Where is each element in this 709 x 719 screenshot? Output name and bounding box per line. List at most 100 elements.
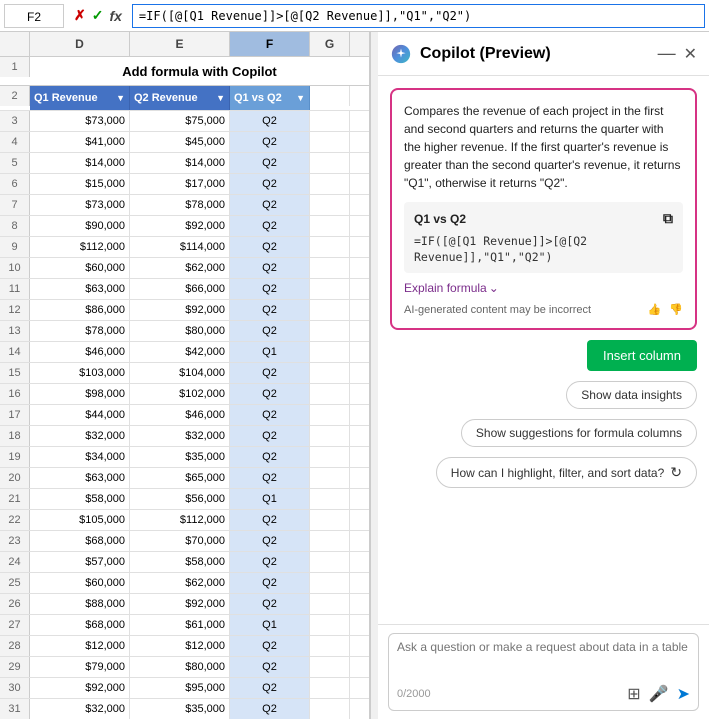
cell-e-20[interactable]: $65,000 <box>130 468 230 488</box>
cell-e-16[interactable]: $102,000 <box>130 384 230 404</box>
minimize-button[interactable]: — <box>658 44 676 64</box>
cell-f-21[interactable]: Q1 <box>230 489 310 509</box>
cell-e-29[interactable]: $80,000 <box>130 657 230 677</box>
col-header-d[interactable]: D <box>30 32 130 56</box>
cell-f-26[interactable]: Q2 <box>230 594 310 614</box>
cell-d-6[interactable]: $15,000 <box>30 174 130 194</box>
cell-e-14[interactable]: $42,000 <box>130 342 230 362</box>
q2-dropdown-arrow[interactable]: ▼ <box>216 93 225 103</box>
col-header-e[interactable]: E <box>130 32 230 56</box>
cell-e-11[interactable]: $66,000 <box>130 279 230 299</box>
cell-d-19[interactable]: $34,000 <box>30 447 130 467</box>
cell-f-3[interactable]: Q2 <box>230 111 310 131</box>
insert-column-button[interactable]: Insert column <box>587 340 697 371</box>
cancel-icon[interactable]: ✗ <box>72 7 88 24</box>
cell-f-25[interactable]: Q2 <box>230 573 310 593</box>
cell-d-30[interactable]: $92,000 <box>30 678 130 698</box>
cell-f-14[interactable]: Q1 <box>230 342 310 362</box>
formula-input[interactable] <box>132 4 705 28</box>
cell-d-4[interactable]: $41,000 <box>30 132 130 152</box>
cell-e-4[interactable]: $45,000 <box>130 132 230 152</box>
cell-f-10[interactable]: Q2 <box>230 258 310 278</box>
cell-f-5[interactable]: Q2 <box>230 153 310 173</box>
cell-f-9[interactable]: Q2 <box>230 237 310 257</box>
cell-d-23[interactable]: $68,000 <box>30 531 130 551</box>
cell-f-8[interactable]: Q2 <box>230 216 310 236</box>
cell-d-17[interactable]: $44,000 <box>30 405 130 425</box>
close-button[interactable]: ✕ <box>684 44 697 64</box>
cell-d-8[interactable]: $90,000 <box>30 216 130 236</box>
cell-e-25[interactable]: $62,000 <box>130 573 230 593</box>
cell-d-5[interactable]: $14,000 <box>30 153 130 173</box>
cell-f-16[interactable]: Q2 <box>230 384 310 404</box>
cell-d-26[interactable]: $88,000 <box>30 594 130 614</box>
cell-d-7[interactable]: $73,000 <box>30 195 130 215</box>
explain-formula-link[interactable]: Explain formula ⌄ <box>404 281 683 295</box>
scroll-indicator[interactable] <box>370 32 378 719</box>
cell-f-15[interactable]: Q2 <box>230 363 310 383</box>
cell-e-5[interactable]: $14,000 <box>130 153 230 173</box>
cell-f-18[interactable]: Q2 <box>230 426 310 446</box>
copy-icon[interactable]: ⧉ <box>663 210 673 227</box>
cell-f-27[interactable]: Q1 <box>230 615 310 635</box>
q1-dropdown-arrow[interactable]: ▼ <box>116 93 125 103</box>
cell-e-18[interactable]: $32,000 <box>130 426 230 446</box>
col-label-q2-revenue[interactable]: Q2 Revenue ▼ <box>130 86 230 110</box>
cell-e-9[interactable]: $114,000 <box>130 237 230 257</box>
cell-d-28[interactable]: $12,000 <box>30 636 130 656</box>
cell-d-18[interactable]: $32,000 <box>30 426 130 446</box>
cell-e-30[interactable]: $95,000 <box>130 678 230 698</box>
show-formula-suggestions-button[interactable]: Show suggestions for formula columns <box>461 419 697 447</box>
cell-f-23[interactable]: Q2 <box>230 531 310 551</box>
cell-e-24[interactable]: $58,000 <box>130 552 230 572</box>
cell-f-24[interactable]: Q2 <box>230 552 310 572</box>
cell-d-9[interactable]: $112,000 <box>30 237 130 257</box>
thumbs-up-icon[interactable]: 👍 <box>648 303 662 316</box>
cell-f-17[interactable]: Q2 <box>230 405 310 425</box>
table-icon[interactable]: ⊞ <box>627 684 640 704</box>
cell-f-13[interactable]: Q2 <box>230 321 310 341</box>
cell-d-31[interactable]: $32,000 <box>30 699 130 719</box>
cell-e-22[interactable]: $112,000 <box>130 510 230 530</box>
col-label-q1-revenue[interactable]: Q1 Revenue ▼ <box>30 86 130 110</box>
cell-e-6[interactable]: $17,000 <box>130 174 230 194</box>
cell-e-17[interactable]: $46,000 <box>130 405 230 425</box>
cell-d-29[interactable]: $79,000 <box>30 657 130 677</box>
mic-icon[interactable]: 🎤 <box>649 684 669 704</box>
cell-d-3[interactable]: $73,000 <box>30 111 130 131</box>
cell-d-12[interactable]: $86,000 <box>30 300 130 320</box>
cell-d-21[interactable]: $58,000 <box>30 489 130 509</box>
cell-d-13[interactable]: $78,000 <box>30 321 130 341</box>
cell-f-30[interactable]: Q2 <box>230 678 310 698</box>
cell-d-25[interactable]: $60,000 <box>30 573 130 593</box>
send-icon[interactable]: ➤ <box>677 684 690 704</box>
cell-f-11[interactable]: Q2 <box>230 279 310 299</box>
cell-e-23[interactable]: $70,000 <box>130 531 230 551</box>
cell-f-20[interactable]: Q2 <box>230 468 310 488</box>
thumbs-down-icon[interactable]: 👎 <box>669 303 683 316</box>
cell-e-12[interactable]: $92,000 <box>130 300 230 320</box>
cell-f-7[interactable]: Q2 <box>230 195 310 215</box>
cell-d-22[interactable]: $105,000 <box>30 510 130 530</box>
col-header-g[interactable]: G <box>310 32 350 56</box>
cell-e-10[interactable]: $62,000 <box>130 258 230 278</box>
cell-d-20[interactable]: $63,000 <box>30 468 130 488</box>
cell-e-19[interactable]: $35,000 <box>130 447 230 467</box>
cell-f-4[interactable]: Q2 <box>230 132 310 152</box>
cell-e-31[interactable]: $35,000 <box>130 699 230 719</box>
col-header-f[interactable]: F <box>230 32 310 56</box>
cell-e-27[interactable]: $61,000 <box>130 615 230 635</box>
cell-d-24[interactable]: $57,000 <box>30 552 130 572</box>
cell-f-12[interactable]: Q2 <box>230 300 310 320</box>
cell-d-15[interactable]: $103,000 <box>30 363 130 383</box>
fx-icon[interactable]: fx <box>107 8 123 24</box>
cell-e-21[interactable]: $56,000 <box>130 489 230 509</box>
highlight-filter-sort-button[interactable]: How can I highlight, filter, and sort da… <box>436 457 697 488</box>
cell-f-31[interactable]: Q2 <box>230 699 310 719</box>
cell-f-19[interactable]: Q2 <box>230 447 310 467</box>
q1vsq2-dropdown-arrow[interactable]: ▼ <box>296 93 305 103</box>
cell-d-16[interactable]: $98,000 <box>30 384 130 404</box>
copilot-input[interactable] <box>397 640 690 680</box>
cell-d-27[interactable]: $68,000 <box>30 615 130 635</box>
cell-e-26[interactable]: $92,000 <box>130 594 230 614</box>
